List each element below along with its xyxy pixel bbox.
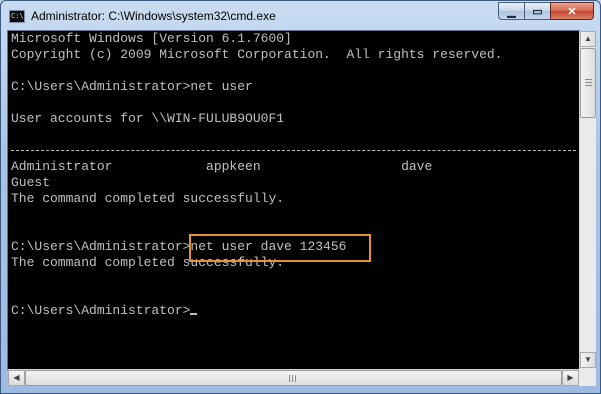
grip-line [295, 375, 296, 382]
scroll-up-button[interactable]: ▲ [580, 31, 596, 47]
scroll-down-icon: ▼ [584, 355, 592, 364]
console-line: Microsoft Windows [Version 6.1.7600] [11, 31, 292, 46]
vertical-scroll-thumb[interactable] [580, 48, 596, 118]
scroll-left-button[interactable]: ◀ [8, 370, 25, 386]
scroll-left-icon: ◀ [13, 373, 20, 382]
horizontal-scrollbar[interactable]: ◀ ▶ [8, 369, 579, 386]
grip-line [585, 85, 592, 86]
command-prompt: C:\Users\Administrator> [11, 303, 579, 319]
size-grip[interactable] [579, 369, 596, 386]
close-icon: ✕ [567, 5, 577, 18]
grip-line [585, 82, 592, 83]
scroll-right-button[interactable]: ▶ [562, 370, 579, 386]
minimize-button[interactable]: ▁ [498, 2, 524, 20]
vertical-scrollbar[interactable]: ▲ ▼ [579, 31, 596, 369]
maximize-button[interactable]: ▭ [524, 2, 550, 20]
console-text: Microsoft Windows [Version 6.1.7600] Copy… [8, 31, 579, 319]
console-output[interactable]: Microsoft Windows [Version 6.1.7600] Copy… [8, 31, 579, 369]
cmd-window: C:\ Administrator: C:\Windows\system32\c… [0, 0, 601, 394]
maximize-icon: ▭ [532, 5, 543, 18]
scroll-up-icon: ▲ [584, 34, 592, 43]
console-line: Copyright (c) 2009 Microsoft Corporation… [11, 47, 503, 62]
minimize-icon: ▁ [507, 5, 516, 18]
grip-line [292, 375, 293, 382]
console-line: User accounts for \\WIN-FULUB9OU0F1 [11, 111, 285, 126]
grip-line [289, 375, 290, 382]
separator-line: ----------------------------------------… [11, 143, 579, 159]
grip-line [585, 79, 592, 80]
window-title: Administrator: C:\Windows\system32\cmd.e… [31, 9, 276, 23]
caption-buttons: ▁ ▭ ✕ [498, 2, 594, 22]
title-bar[interactable]: C:\ Administrator: C:\Windows\system32\c… [1, 1, 600, 31]
console-line: C:\Users\Administrator>net user [11, 79, 253, 94]
console-line: The command completed successfully. [11, 191, 285, 206]
text-cursor [190, 313, 198, 315]
console-line: Guest [11, 175, 51, 190]
highlight-box [189, 234, 371, 262]
horizontal-scroll-thumb[interactable] [25, 370, 562, 386]
scroll-right-icon: ▶ [567, 373, 574, 382]
console-line: Administrator appkeen dave [11, 159, 433, 174]
cmd-icon[interactable]: C:\ [9, 10, 25, 23]
close-button[interactable]: ✕ [550, 2, 594, 20]
scroll-down-button[interactable]: ▼ [580, 352, 596, 368]
